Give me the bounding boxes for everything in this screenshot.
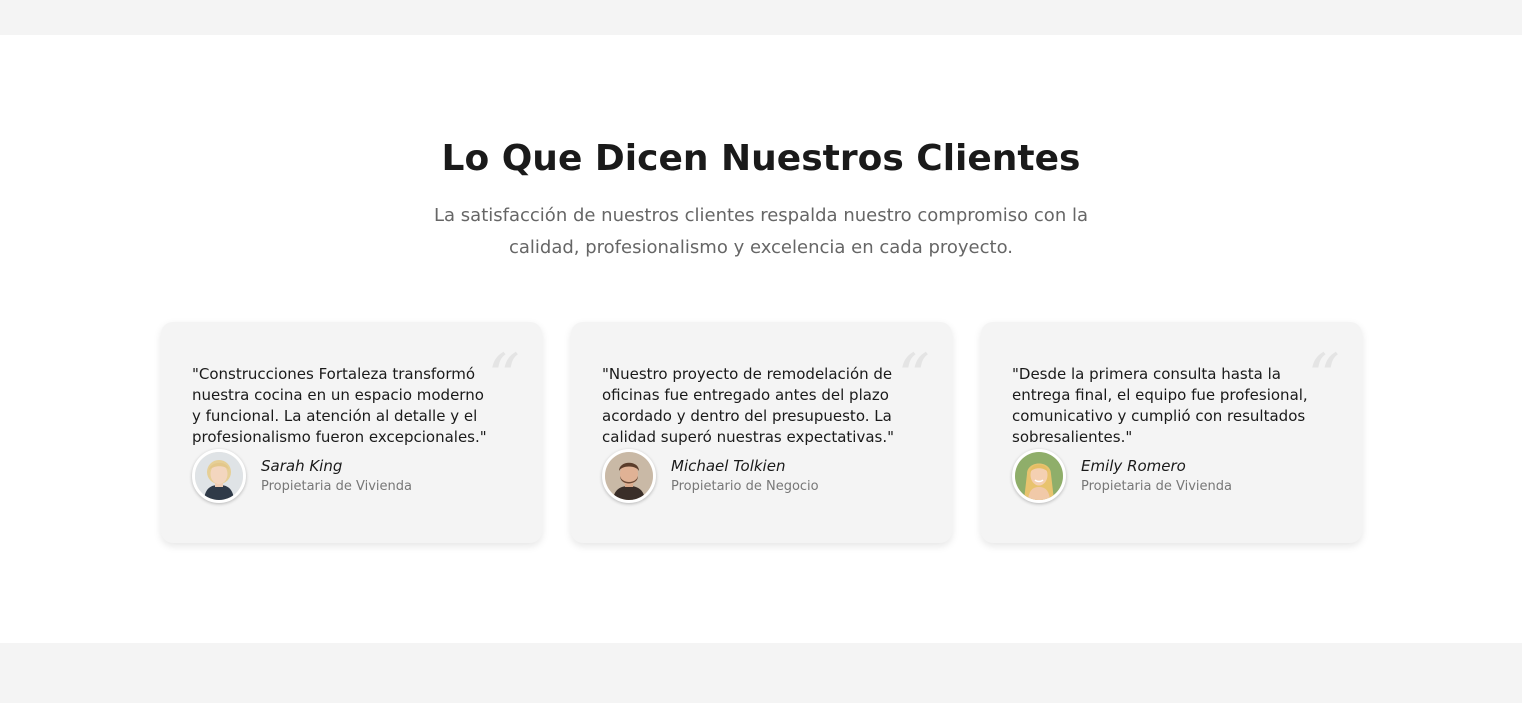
author-name: Sarah King [261, 456, 343, 475]
avatar [602, 449, 656, 503]
bottom-band [0, 643, 1522, 703]
testimonial-quote: "Construcciones Fortaleza transformó nue… [192, 365, 487, 446]
testimonial-card: “ "Construcciones Fortaleza transformó n… [161, 322, 542, 543]
testimonial-author: Michael Tolkien Propietario de Negocio [602, 449, 819, 503]
author-name: Emily Romero [1081, 456, 1186, 475]
testimonial-card: “ "Desde la primera consulta hasta la en… [981, 322, 1362, 543]
author-role: Propietario de Negocio [671, 478, 819, 494]
author-name: Michael Tolkien [671, 456, 786, 475]
section-subtitle: La satisfacción de nuestros clientes res… [434, 205, 1088, 258]
testimonial-quote: "Nuestro proyecto de remodelación de ofi… [602, 365, 895, 446]
author-role: Propietaria de Vivienda [261, 478, 412, 494]
testimonial-author: Sarah King Propietaria de Vivienda [192, 449, 412, 503]
section-title: Lo Que Dicen Nuestros Clientes [441, 138, 1081, 179]
testimonial-author: Emily Romero Propietaria de Vivienda [1012, 449, 1232, 503]
quote-icon: “ [487, 341, 520, 415]
avatar [1012, 449, 1066, 503]
testimonial-card: “ "Nuestro proyecto de remodelación de o… [571, 322, 952, 543]
avatar-woman-blonde-short-icon [195, 452, 243, 500]
top-band [0, 0, 1522, 35]
avatar [192, 449, 246, 503]
avatar-man-beard-icon [605, 452, 653, 500]
testimonial-quote: "Desde la primera consulta hasta la entr… [1012, 365, 1308, 446]
author-role: Propietaria de Vivienda [1081, 478, 1232, 494]
avatar-woman-blonde-long-icon [1015, 452, 1063, 500]
quote-icon: “ [1307, 341, 1340, 415]
quote-icon: “ [897, 341, 930, 415]
